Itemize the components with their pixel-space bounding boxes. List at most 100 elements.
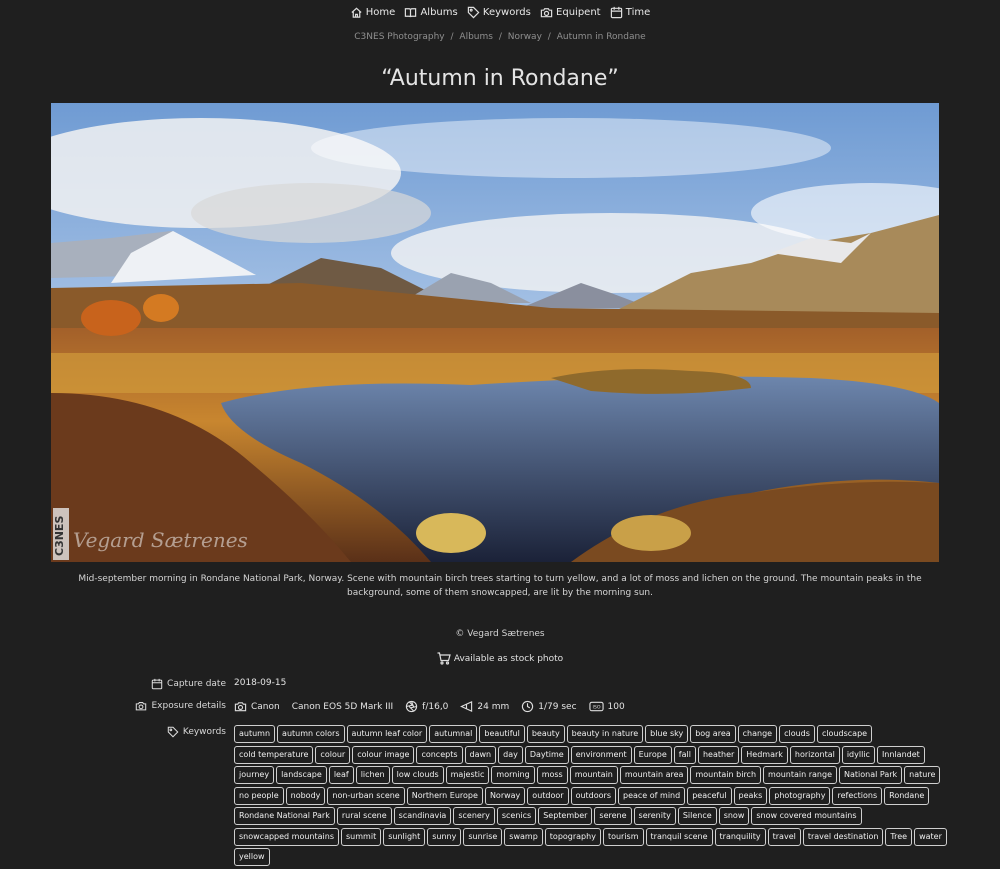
breadcrumb-separator: /	[450, 32, 454, 42]
keyword-tag[interactable]: outdoors	[570, 786, 616, 805]
keyword-tag[interactable]: refections	[832, 786, 883, 805]
keyword-tag[interactable]: scenery	[453, 807, 495, 825]
keyword-tag[interactable]: Norway	[484, 786, 526, 805]
keyword-tag[interactable]: mountain area	[619, 766, 689, 784]
nav-keywords[interactable]: Keywords	[467, 6, 531, 19]
keyword-tag[interactable]: Tree	[885, 827, 913, 846]
keyword-tag[interactable]: Northern Europe	[406, 786, 483, 805]
keyword-tag[interactable]: tranquility	[714, 827, 766, 846]
keyword-tag[interactable]: moss	[536, 766, 568, 784]
keyword-tag[interactable]: snowcapped mountains	[234, 827, 340, 846]
keyword-tag[interactable]: concepts	[416, 745, 463, 764]
keyword-tag[interactable]: Hedmark	[741, 745, 788, 764]
main-photo[interactable]: C3NES Vegard Sætrenes	[51, 103, 939, 562]
nav-albums[interactable]: Albums	[404, 6, 458, 19]
keyword-tag[interactable]: photography	[769, 786, 831, 805]
keyword-tag[interactable]: clouds	[779, 725, 815, 743]
keyword-tag[interactable]: swamp	[504, 827, 543, 846]
keyword-tag[interactable]: non-urban scene	[327, 786, 405, 805]
keyword-tag[interactable]: cloudscape	[816, 725, 873, 743]
keyword-tag[interactable]: landscape	[276, 766, 327, 784]
keyword-tag[interactable]: leaf	[328, 766, 354, 784]
keyword-tag[interactable]: idyllic	[841, 745, 875, 764]
keyword-tag[interactable]: low clouds	[391, 766, 444, 784]
keyword-tag[interactable]: mountain range	[763, 766, 837, 784]
keyword-tag[interactable]: sunrise	[463, 827, 503, 846]
breadcrumb-home[interactable]: C3NES Photography	[354, 32, 444, 42]
keyword-tag[interactable]: change	[737, 725, 778, 743]
stock-photo-label: Available as stock photo	[453, 653, 564, 664]
keyword-tag[interactable]: serenity	[633, 807, 676, 825]
keyword-tag[interactable]: rural scene	[336, 807, 392, 825]
keyword-tag[interactable]: autumn	[234, 725, 276, 743]
keyword-tag[interactable]: morning	[491, 766, 535, 784]
cart-icon	[437, 652, 451, 665]
keyword-tag[interactable]: September	[538, 807, 593, 825]
keyword-tag[interactable]: topography	[544, 827, 601, 846]
nav-label: Equipent	[556, 7, 601, 18]
keyword-tag[interactable]: scenics	[496, 807, 537, 825]
keyword-tag[interactable]: nature	[904, 766, 941, 784]
keyword-tag[interactable]: lichen	[355, 766, 390, 784]
keyword-tag[interactable]: autumn leaf color	[346, 725, 428, 743]
keyword-tag[interactable]: peace of mind	[618, 786, 686, 805]
focal-length: 24 mm	[460, 700, 509, 713]
keyword-tag[interactable]: tranquil scene	[645, 827, 713, 846]
keyword-tag[interactable]: scandinavia	[393, 807, 452, 825]
keyword-tag[interactable]: Europe	[633, 745, 672, 764]
keyword-tag[interactable]: Silence	[677, 807, 717, 825]
keyword-tag[interactable]: Daytime	[524, 745, 569, 764]
keyword-tag[interactable]: horizontal	[789, 745, 840, 764]
keyword-tag[interactable]: beauty in nature	[566, 725, 644, 743]
keyword-tag[interactable]: dawn	[464, 745, 497, 764]
nav-time[interactable]: Time	[610, 6, 650, 19]
keyword-tag[interactable]: heather	[697, 745, 740, 764]
keyword-tag[interactable]: blue sky	[645, 725, 689, 743]
keyword-tag[interactable]: travel destination	[802, 827, 884, 846]
keyword-tag[interactable]: sunny	[427, 827, 462, 846]
camera-model[interactable]: Canon EOS 5D Mark III	[292, 702, 393, 712]
keyword-tag[interactable]: colour image	[352, 745, 415, 764]
keyword-tag[interactable]: nobody	[285, 786, 326, 805]
keyword-tag[interactable]: no people	[234, 786, 284, 805]
keyword-tag[interactable]: beautiful	[479, 725, 525, 743]
breadcrumb-albums[interactable]: Albums	[459, 32, 493, 42]
copyright: © Vegard Sætrenes	[455, 629, 545, 639]
keyword-tag[interactable]: majestic	[445, 766, 490, 784]
keyword-tag[interactable]: outdoor	[527, 786, 569, 805]
keyword-tag[interactable]: tourism	[602, 827, 644, 846]
keyword-tag[interactable]: snow	[718, 807, 750, 825]
keyword-tag[interactable]: Rondane	[884, 786, 930, 805]
keyword-tag[interactable]: snow covered mountains	[751, 807, 862, 825]
nav-home[interactable]: Home	[350, 6, 395, 19]
nav-equipment[interactable]: Equipent	[540, 6, 601, 19]
exposure-label: Exposure details	[135, 700, 226, 712]
keyword-tag[interactable]: journey	[234, 766, 275, 784]
keyword-tag[interactable]: bog area	[690, 725, 736, 743]
keyword-tag[interactable]: Rondane National Park	[234, 807, 335, 825]
keyword-tag[interactable]: water	[914, 827, 947, 846]
keyword-tag[interactable]: colour	[315, 745, 351, 764]
keyword-tag[interactable]: mountain birch	[690, 766, 762, 784]
keyword-tag[interactable]: Innlandet	[876, 745, 925, 764]
keyword-tag[interactable]: peaks	[733, 786, 768, 805]
keyword-tag[interactable]: beauty	[526, 725, 565, 743]
breadcrumb-norway[interactable]: Norway	[508, 32, 542, 42]
nav-label: Albums	[420, 7, 458, 18]
keyword-tag[interactable]: yellow	[234, 848, 270, 866]
keyword-tag[interactable]: autumnal	[429, 725, 478, 743]
keyword-tag[interactable]: serene	[594, 807, 632, 825]
keyword-tag[interactable]: travel	[767, 827, 801, 846]
keyword-tag[interactable]: fall	[673, 745, 696, 764]
keyword-tag[interactable]: day	[498, 745, 523, 764]
keyword-tag[interactable]: summit	[341, 827, 382, 846]
keyword-tag[interactable]: autumn colors	[277, 725, 345, 743]
keyword-tag[interactable]: cold temperature	[234, 745, 314, 764]
keyword-tag[interactable]: environment	[570, 745, 632, 764]
keyword-tag[interactable]: sunlight	[383, 827, 426, 846]
keyword-tag[interactable]: peaceful	[687, 786, 732, 805]
stock-photo-link[interactable]: Available as stock photo	[437, 652, 563, 665]
keyword-tag[interactable]: mountain	[569, 766, 618, 784]
camera-make[interactable]: Canon	[234, 700, 280, 713]
keyword-tag[interactable]: National Park	[839, 766, 903, 784]
